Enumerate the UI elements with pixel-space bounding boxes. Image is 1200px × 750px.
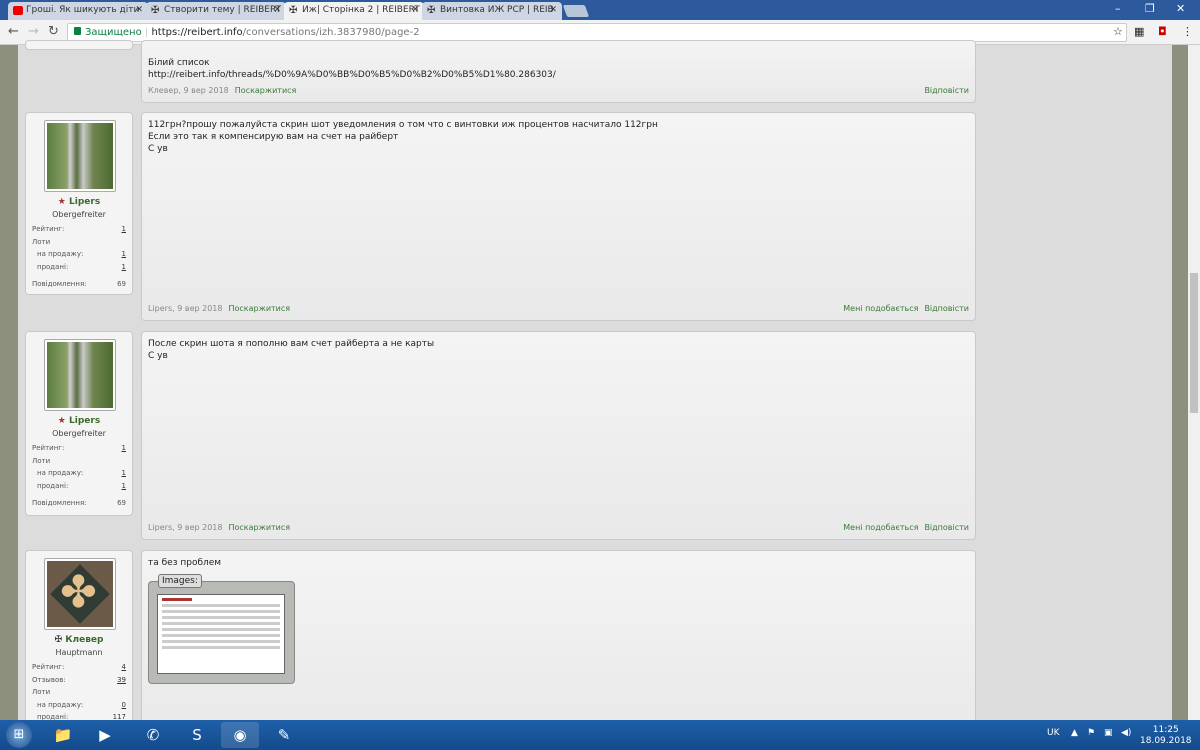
message: 112грн?прошу пожалуйста скрин шот уведом… [141, 112, 976, 321]
thread-link[interactable]: http://reibert.info/threads/%D0%9A%D0%BB… [148, 69, 969, 81]
forward-icon[interactable]: → [28, 24, 39, 39]
user-panel [25, 40, 133, 50]
start-button[interactable]: ⊞ [6, 722, 32, 748]
reply-link[interactable]: Відповісти [924, 522, 969, 534]
cross-icon: ✠ [289, 5, 298, 16]
message: та без проблем Images: [141, 550, 976, 730]
report-link[interactable]: Поскаржитися [228, 522, 290, 534]
action-center-flag-icon[interactable]: ⚑ [1087, 728, 1095, 738]
minimize-icon[interactable]: – [1115, 2, 1121, 15]
avatar[interactable] [44, 339, 116, 411]
viber-icon[interactable]: ✆ [134, 722, 172, 748]
tab-youtube[interactable]: Гроші. Як шикують діти ✕ [8, 2, 148, 20]
user-panel: ✠ Клевер Hauptmann Рейтинг:4 Отзывов:39 … [25, 550, 133, 730]
close-tab-icon[interactable]: ✕ [273, 5, 281, 15]
lock-icon [74, 27, 81, 35]
bookmark-star-icon[interactable]: ☆ [1113, 25, 1123, 38]
message: После скрин шота я пополню вам счет райб… [141, 331, 976, 540]
like-link[interactable]: Мені подобається [843, 522, 918, 534]
close-tab-icon[interactable]: ✕ [411, 5, 419, 15]
screenshot-thumbnail[interactable] [157, 594, 285, 674]
report-link[interactable]: Поскаржитися [228, 303, 290, 315]
username-link[interactable]: Клевер [65, 635, 103, 645]
menu-icon[interactable]: ⋮ [1182, 25, 1193, 38]
taskbar: ⊞ 📁 ▶ ✆ S ◉ ✎ UK ▲ ⚑ ▣ ◀) 11:25 18.09.201… [0, 720, 1200, 750]
message: Білий список http://reibert.info/threads… [141, 40, 976, 103]
like-link[interactable]: Мені подобається [843, 303, 918, 315]
maximize-icon[interactable]: ❐ [1145, 2, 1155, 15]
username-link[interactable]: Lipers [69, 416, 100, 426]
image-attachments: Images: [148, 574, 295, 684]
network-icon[interactable]: ▣ [1104, 728, 1113, 738]
paint-icon[interactable]: ✎ [265, 722, 303, 748]
reply-link[interactable]: Відповісти [924, 303, 969, 315]
chrome-icon[interactable]: ◉ [221, 722, 259, 748]
tab-rifle-izh[interactable]: ✠ Винтовка ИЖ РСР | REIB ✕ [422, 2, 562, 20]
username-link[interactable]: Lipers [69, 197, 100, 207]
cross-icon: ✠ [427, 5, 436, 16]
avatar[interactable] [44, 558, 116, 630]
tab-create-topic[interactable]: ✠ Створити тему | REIBERT ✕ [146, 2, 286, 20]
user-panel: ★ Lipers Obergefreiter Рейтинг: 1 Лоти на… [25, 331, 133, 516]
reply-link[interactable]: Відповісти [924, 85, 969, 97]
reload-icon[interactable]: ↻ [48, 24, 59, 39]
close-tab-icon[interactable]: ✕ [135, 5, 143, 15]
cross-icon: ✠ [54, 635, 63, 645]
youtube-icon [13, 6, 23, 15]
back-icon[interactable]: ← [8, 24, 19, 39]
cross-icon: ✠ [151, 5, 160, 16]
tab-bar: Гроші. Як шикують діти ✕ ✠ Створити тему |… [0, 0, 1200, 20]
shield-extension-icon[interactable]: ◘ [1158, 25, 1167, 38]
user-panel: ★ Lipers Obergefreiter Рейтинг: 1 Лоти на… [25, 112, 133, 295]
scrollbar[interactable] [1188, 45, 1200, 720]
clock[interactable]: 11:25 18.09.2018 [1140, 725, 1192, 747]
new-tab-button[interactable] [562, 5, 590, 17]
show-hidden-icons[interactable]: ▲ [1071, 728, 1078, 738]
report-link[interactable]: Поскаржитися [235, 85, 297, 97]
tab-izh-page-2[interactable]: ✠ Иж| Сторінка 2 | REIBERT ✕ [284, 2, 424, 20]
skype-icon[interactable]: S [178, 722, 216, 748]
explorer-icon[interactable]: 📁 [44, 722, 82, 748]
close-window-icon[interactable]: ✕ [1176, 2, 1185, 15]
flag-extension-icon[interactable]: ▦ [1134, 25, 1144, 38]
scrollbar-thumb[interactable] [1190, 273, 1198, 413]
media-player-icon[interactable]: ▶ [86, 722, 124, 748]
close-tab-icon[interactable]: ✕ [549, 5, 557, 15]
avatar[interactable] [44, 120, 116, 192]
rank-star-icon: ★ [57, 416, 66, 426]
rank-star-icon: ★ [57, 197, 66, 207]
volume-icon[interactable]: ◀) [1121, 728, 1131, 738]
